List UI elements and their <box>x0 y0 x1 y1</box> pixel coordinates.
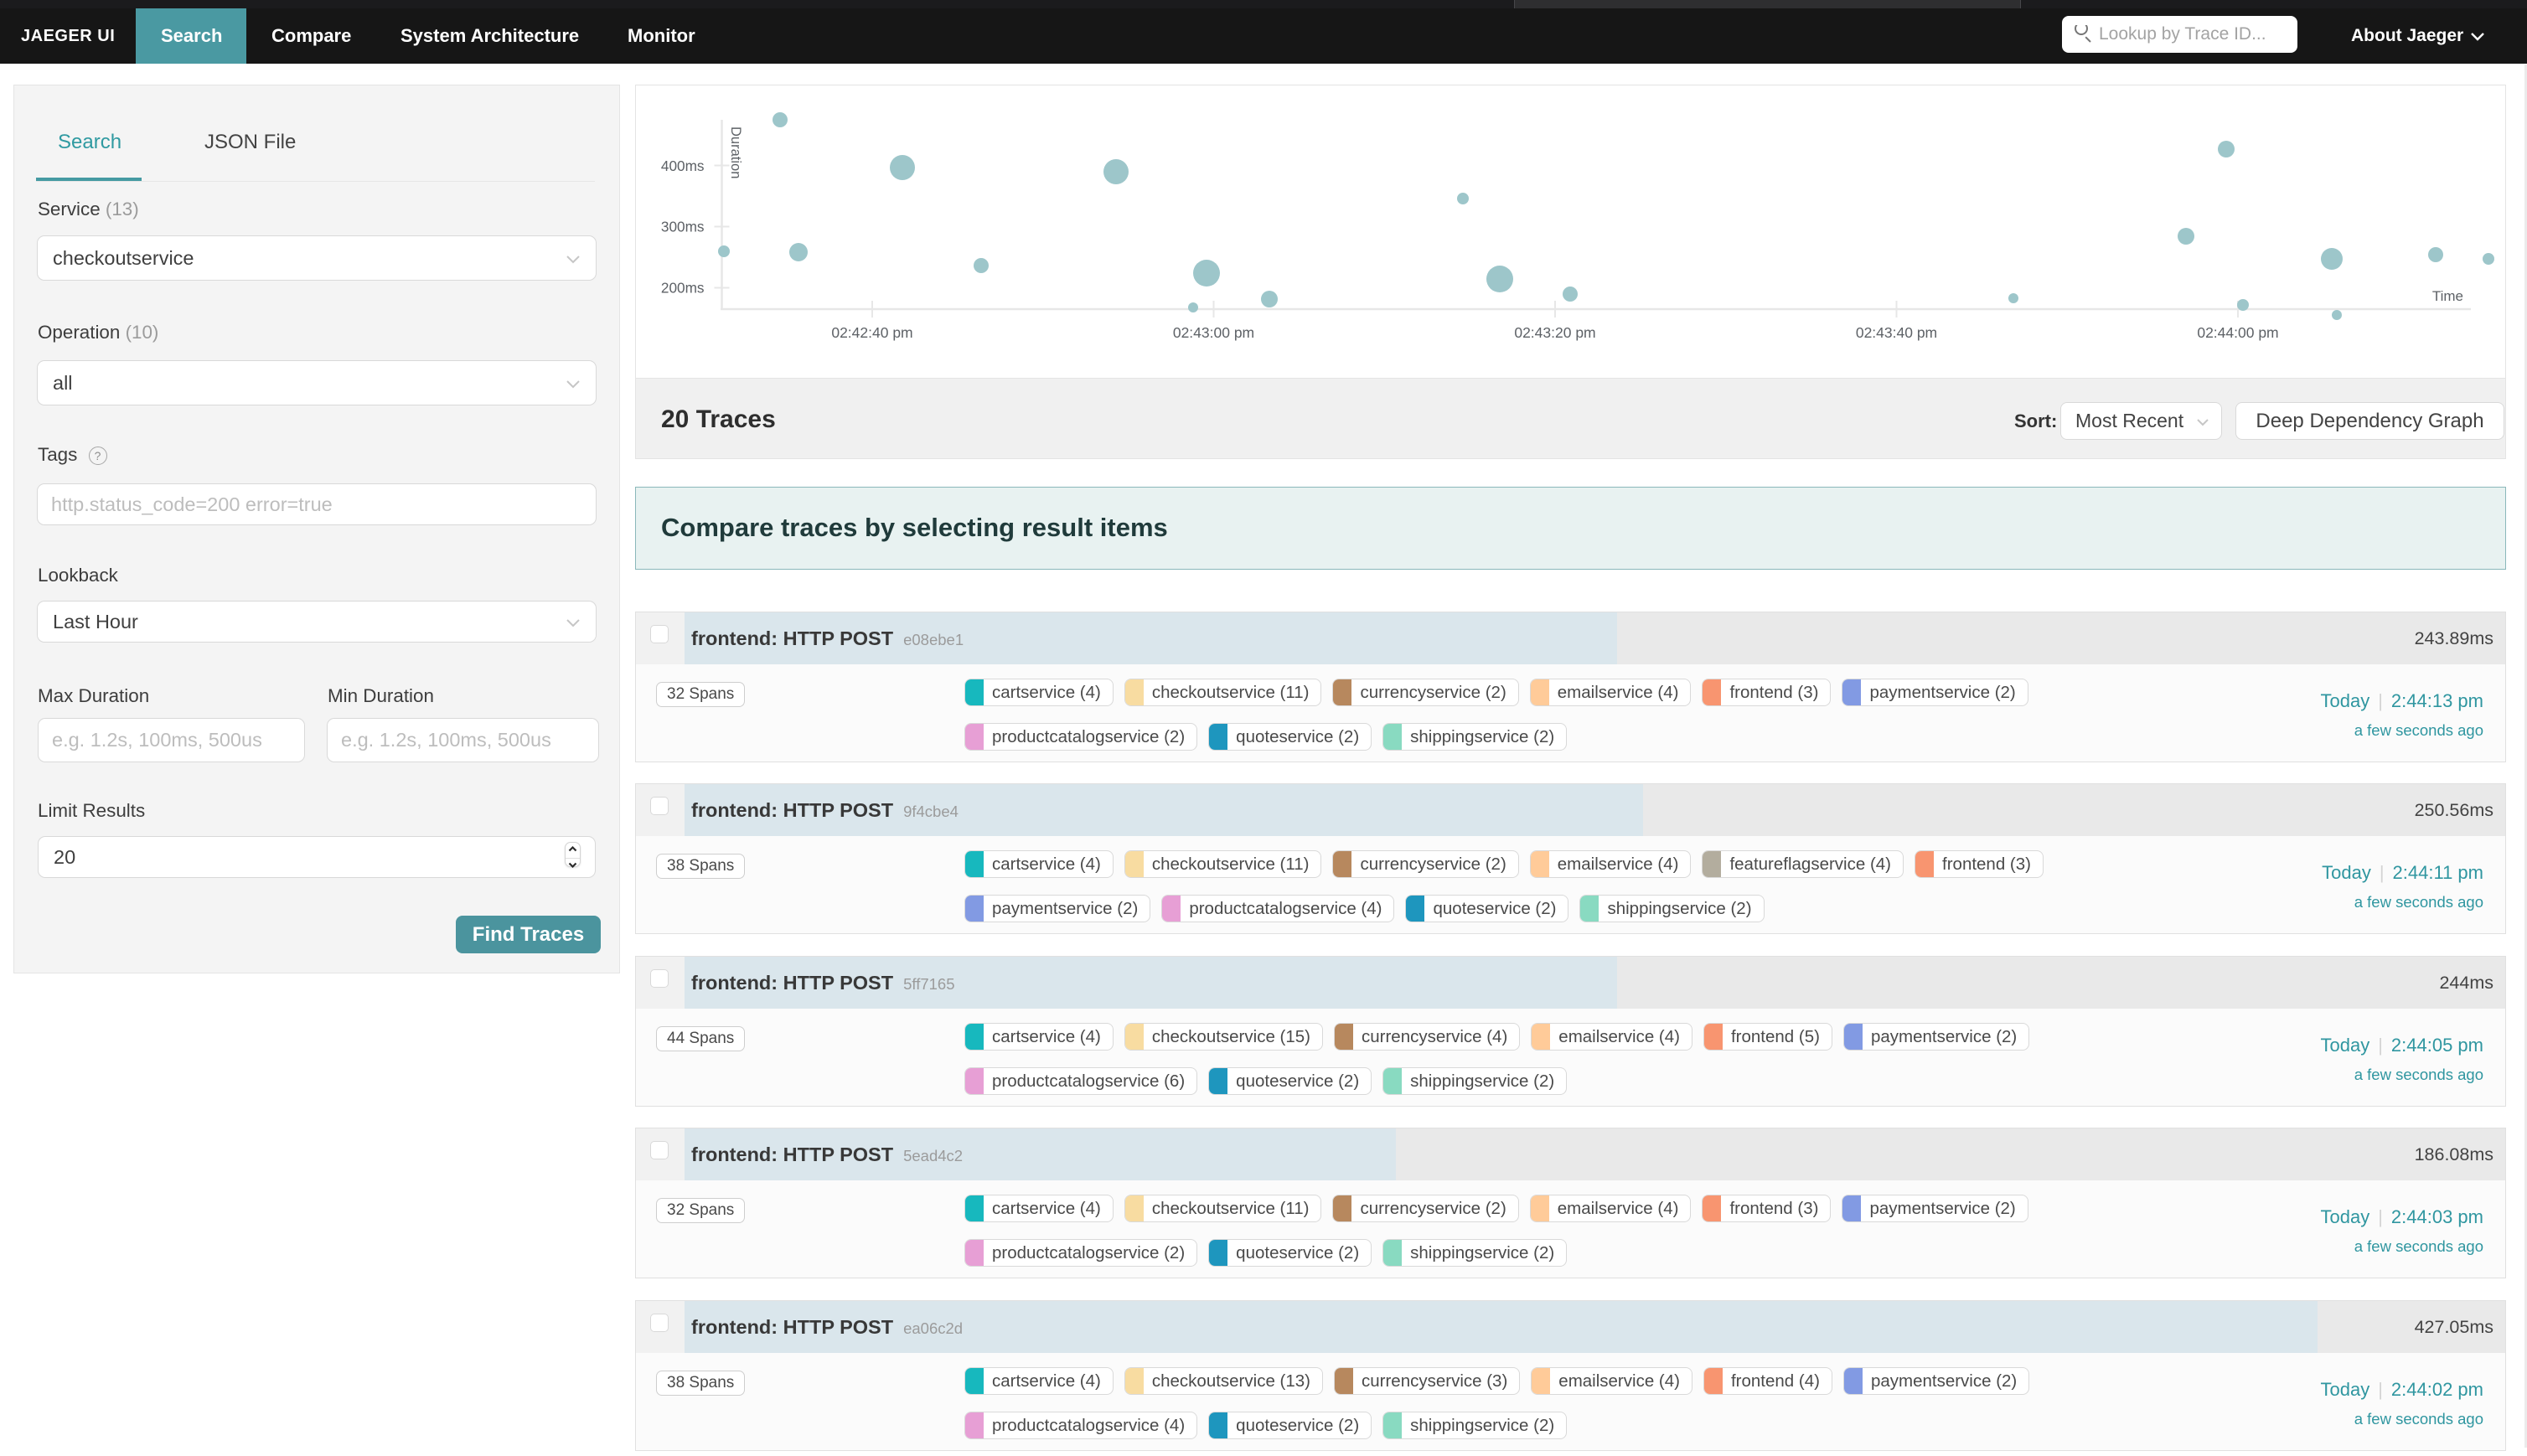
svg-text:02:42:40 pm: 02:42:40 pm <box>831 324 912 341</box>
svg-text:02:43:20 pm: 02:43:20 pm <box>1514 324 1595 341</box>
svg-text:400ms: 400ms <box>661 157 705 174</box>
svg-text:200ms: 200ms <box>661 280 705 297</box>
svg-text:02:44:00 pm: 02:44:00 pm <box>2197 324 2278 341</box>
svg-text:Time: Time <box>2432 288 2463 304</box>
svg-text:Duration: Duration <box>728 126 743 178</box>
svg-text:02:43:40 pm: 02:43:40 pm <box>1856 324 1937 341</box>
svg-text:300ms: 300ms <box>661 219 705 235</box>
svg-text:02:43:00 pm: 02:43:00 pm <box>1173 324 1254 341</box>
